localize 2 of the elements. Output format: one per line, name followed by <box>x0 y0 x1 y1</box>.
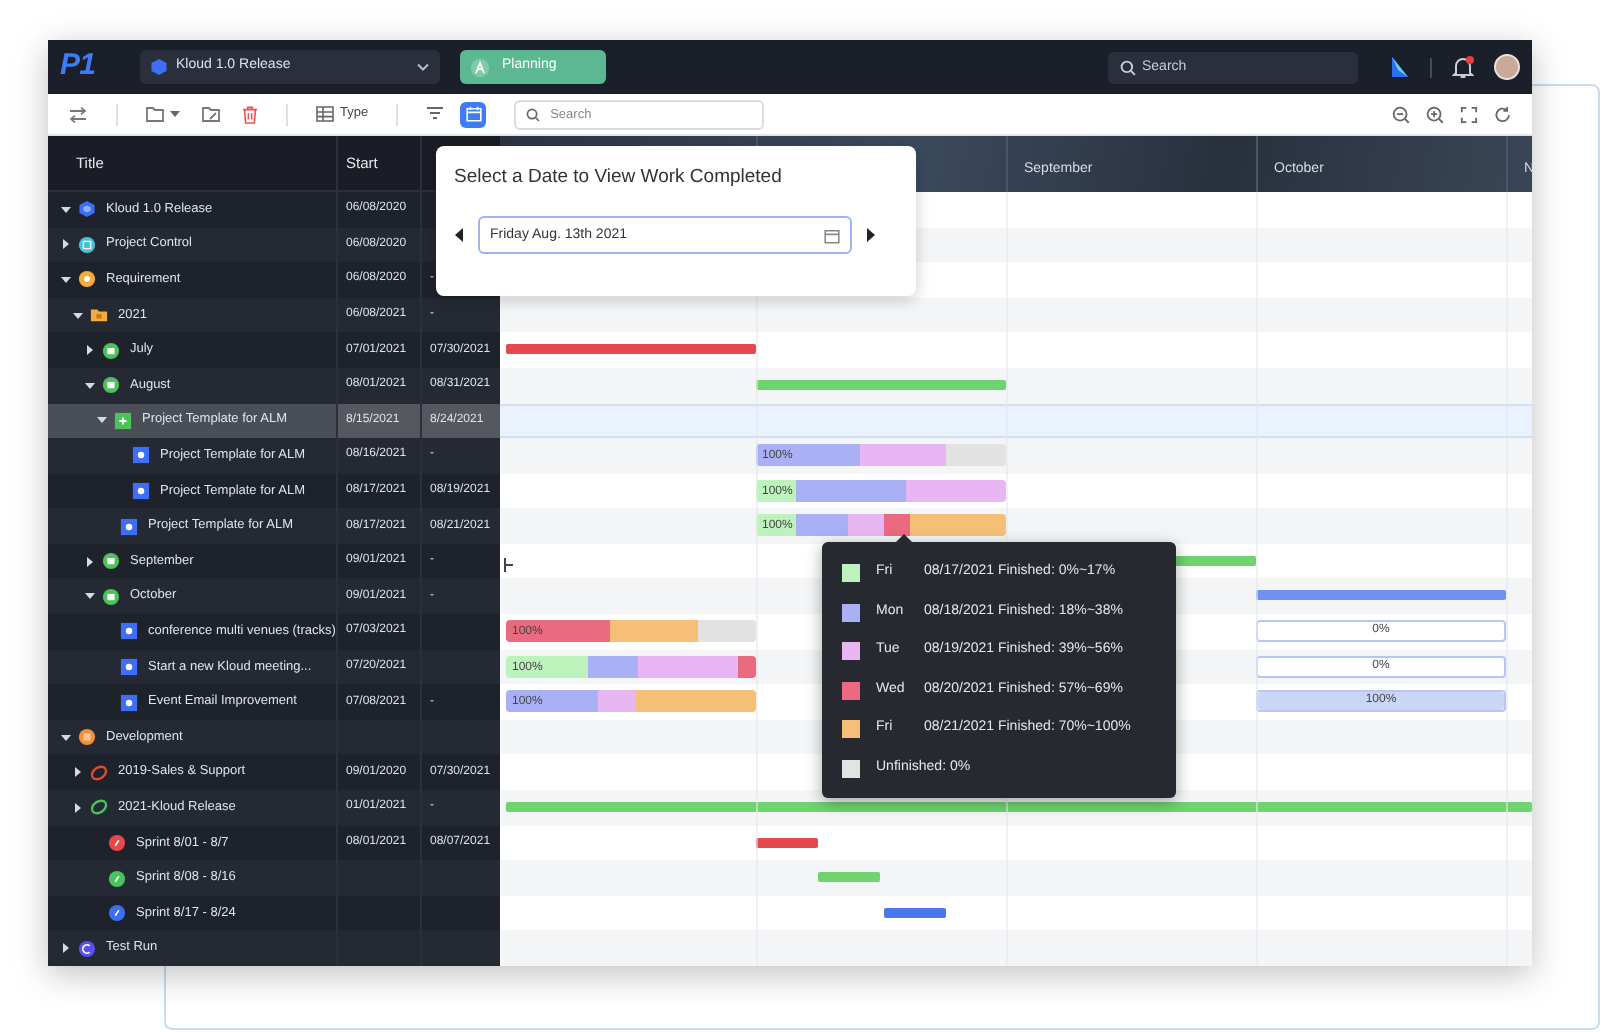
logo: P1 <box>60 46 98 87</box>
popup-title: Select a Date to View Work Completed <box>454 164 784 192</box>
